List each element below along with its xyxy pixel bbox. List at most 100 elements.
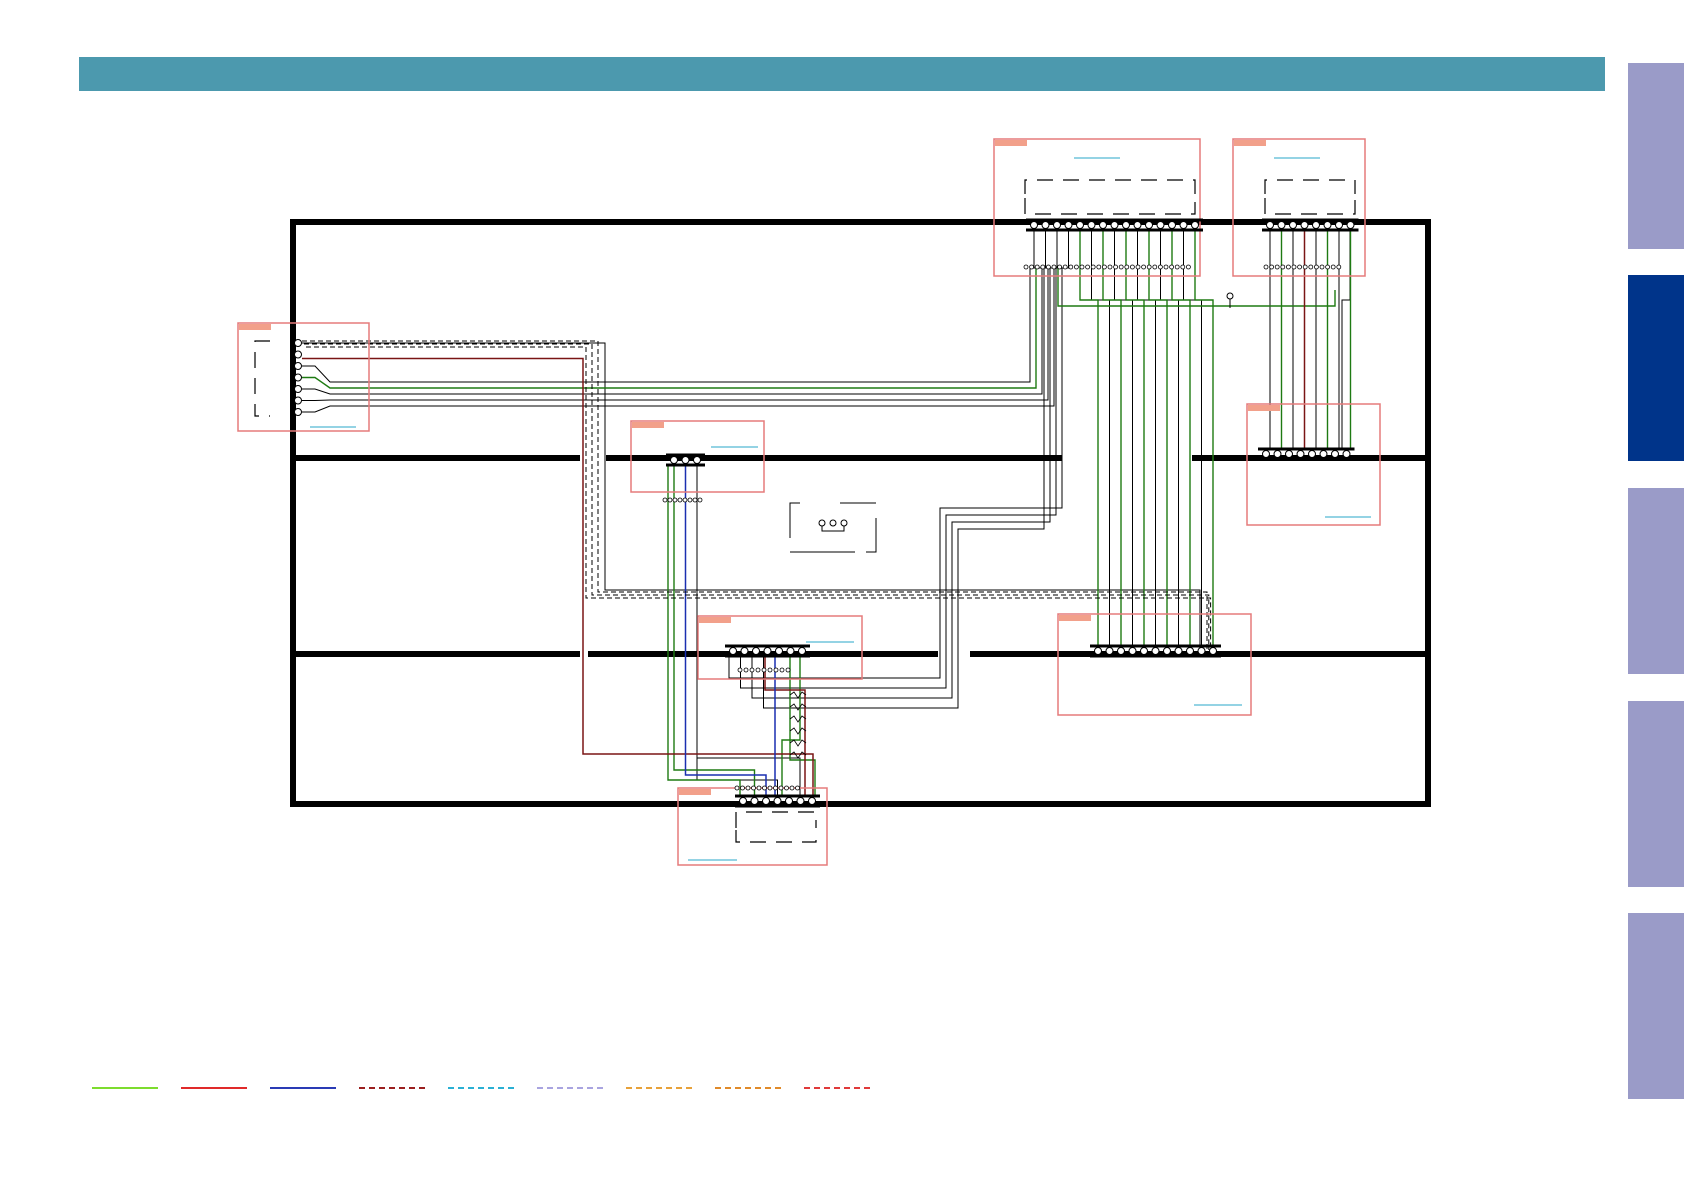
terminal-pin — [779, 667, 785, 673]
terminal-pin — [672, 497, 678, 503]
connector-right-lower — [1090, 644, 1221, 658]
terminal-pin — [1029, 264, 1034, 270]
wire-shield-return — [302, 342, 1201, 650]
connector-pin — [1163, 647, 1171, 655]
wire-topright-return — [1341, 225, 1351, 450]
terminal-pin — [1079, 264, 1085, 270]
connector-pin — [785, 797, 793, 805]
connector-pin — [796, 797, 805, 805]
chassis-dividers — [293, 455, 1428, 657]
terminal-pin — [1040, 264, 1046, 270]
terminal-pin — [795, 785, 800, 791]
connector-pin — [294, 339, 302, 347]
connector-pin — [739, 797, 747, 805]
wiring-dark-red — [302, 229, 1306, 797]
connector-pin — [1128, 647, 1137, 655]
connector-pin — [1300, 221, 1309, 229]
terminal-pin — [1124, 264, 1130, 270]
terminal-pin — [1325, 264, 1330, 270]
connector-pin — [1064, 221, 1073, 229]
shielded-cable — [304, 343, 1210, 650]
connector-pin — [1094, 647, 1102, 655]
connector-pin — [1312, 221, 1320, 229]
wire-left-to-top — [302, 267, 1037, 389]
resistor-ladder — [789, 691, 807, 759]
connector-pin — [1174, 647, 1183, 655]
terminal-pin — [692, 497, 698, 503]
wire-top-to-right-lower — [1079, 229, 1099, 646]
wire-top-to-right-lower — [1091, 229, 1110, 646]
module-outline — [1264, 198, 1356, 215]
module-outline — [735, 811, 817, 828]
terminal-pin — [1280, 264, 1286, 270]
connector-mid-small — [666, 453, 705, 467]
wire-top-to-right-lower — [1102, 229, 1122, 646]
terminal-pin — [767, 667, 773, 673]
pcb-board-2 — [1232, 138, 1366, 277]
connector-pin — [1076, 221, 1084, 229]
terminal-pin — [1062, 264, 1068, 270]
module-outline — [735, 830, 817, 843]
module-outline — [1024, 198, 1196, 215]
terminal-pin — [743, 667, 749, 673]
connector-pin — [750, 797, 759, 805]
terminal-pin — [1130, 264, 1135, 270]
wiring-green — [302, 229, 1352, 797]
connector-pin — [1087, 221, 1096, 229]
wire-mid-to-bottom — [696, 464, 801, 797]
pcb-board-7 — [1246, 403, 1381, 526]
connector-pin — [1041, 221, 1050, 229]
connector-pin — [1335, 221, 1343, 229]
terminal-pin — [662, 497, 668, 503]
connector-pin — [1266, 221, 1274, 229]
terminal-pin — [785, 667, 791, 673]
terminal-pin — [1330, 264, 1336, 270]
connector-pin — [1273, 450, 1282, 458]
connector-pin — [1117, 647, 1125, 655]
connector-pin — [294, 396, 302, 405]
terminal-pin — [773, 785, 778, 791]
terminal-pin — [1107, 264, 1113, 270]
connector-pin — [798, 647, 806, 655]
wire-mid-to-bottom — [667, 464, 741, 797]
terminal-pin — [762, 785, 767, 791]
wiring-diagram — [92, 138, 1431, 1089]
terminal-pin — [677, 497, 683, 503]
pcb-board-tag — [632, 422, 664, 428]
connector-pin — [762, 797, 770, 805]
terminal-pin — [1152, 264, 1158, 270]
connector-right-mid — [1258, 447, 1355, 461]
connector-pin — [786, 647, 795, 655]
module-outline — [1024, 179, 1196, 194]
three-pin-component — [789, 502, 877, 553]
terminal-pin — [687, 497, 693, 503]
connector-pin — [670, 456, 678, 464]
chassis-frame — [290, 219, 1431, 807]
connector-pin — [294, 350, 302, 359]
wire-top-to-right-lower — [1125, 229, 1145, 646]
pcb-board-tag — [1059, 615, 1091, 621]
connector-pin — [740, 647, 749, 655]
wire-left-to-top — [302, 267, 1031, 383]
terminal-pin — [756, 785, 762, 791]
terminal-pin — [1314, 264, 1319, 270]
connector-pin — [1191, 221, 1199, 229]
terminal-pin — [751, 785, 756, 791]
wire-top-to-middle — [763, 229, 1069, 709]
connector-pin — [1277, 221, 1286, 229]
connector-pin — [693, 456, 701, 464]
connector-pin — [294, 385, 302, 393]
terminal-pin — [749, 667, 755, 673]
wiring-black — [302, 225, 1351, 797]
pcb-board-tag — [239, 324, 271, 330]
connector-pin — [1105, 647, 1114, 655]
connector-pin — [1151, 647, 1160, 655]
wire-top-to-right-lower — [1160, 229, 1179, 646]
wire-top-to-right-lower — [1194, 229, 1214, 646]
wire-left-to-top — [302, 267, 1055, 413]
connector-pin — [1197, 647, 1206, 655]
connector-pin — [729, 647, 737, 655]
connector-pin — [1186, 647, 1194, 655]
terminal-pin — [1023, 264, 1029, 270]
terminal-pin — [682, 497, 688, 503]
